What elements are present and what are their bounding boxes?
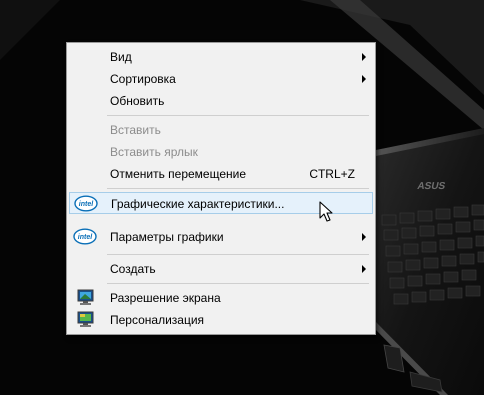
menu-item-label: Отменить перемещение (110, 167, 247, 181)
brand-logo-text: ASUS (416, 181, 446, 192)
menu-item-label: Вставить (110, 123, 161, 137)
menu-item-shortcut: CTRL+Z (309, 167, 355, 181)
menu-item-label: Параметры графики (110, 230, 224, 244)
menu-item-label: Графические характеристики... (111, 197, 285, 211)
desktop-context-menu: Вид Сортировка Обновить Вставить Вставит… (66, 42, 376, 335)
menu-item-label: Обновить (110, 94, 165, 108)
menu-separator (107, 254, 369, 255)
svg-text:intel: intel (79, 201, 94, 208)
menu-item-undo-move[interactable]: Отменить перемещение CTRL+Z (69, 163, 373, 185)
menu-item-screen-resolution[interactable]: Разрешение экрана (69, 287, 373, 309)
submenu-arrow-icon (362, 233, 366, 241)
menu-separator (107, 188, 369, 189)
menu-separator (107, 115, 369, 116)
intel-icon: intel (73, 228, 97, 245)
menu-item-label: Вид (110, 50, 132, 64)
submenu-arrow-icon (362, 75, 366, 83)
display-resolution-icon (77, 289, 94, 305)
menu-item-personalization[interactable]: Персонализация (69, 309, 373, 331)
menu-item-paste-shortcut: Вставить ярлык (69, 141, 373, 163)
intel-icon: intel (74, 195, 98, 212)
menu-item-new[interactable]: Создать (69, 258, 373, 280)
menu-item-label: Сортировка (110, 72, 176, 86)
menu-item-sort[interactable]: Сортировка (69, 68, 373, 90)
menu-item-graphics-options[interactable]: intel Параметры графики (69, 226, 373, 248)
svg-text:intel: intel (78, 234, 93, 241)
menu-item-label: Разрешение экрана (110, 291, 221, 305)
menu-item-paste: Вставить (69, 119, 373, 141)
menu-separator (107, 283, 369, 284)
menu-item-label: Создать (110, 262, 156, 276)
mouse-pointer-icon (319, 201, 333, 222)
menu-item-refresh[interactable]: Обновить (69, 90, 373, 112)
personalization-icon (77, 311, 94, 327)
menu-item-label: Персонализация (110, 313, 205, 327)
menu-item-view[interactable]: Вид (69, 46, 373, 68)
submenu-arrow-icon (362, 53, 366, 61)
menu-item-label: Вставить ярлык (110, 145, 198, 159)
submenu-arrow-icon (362, 265, 366, 273)
